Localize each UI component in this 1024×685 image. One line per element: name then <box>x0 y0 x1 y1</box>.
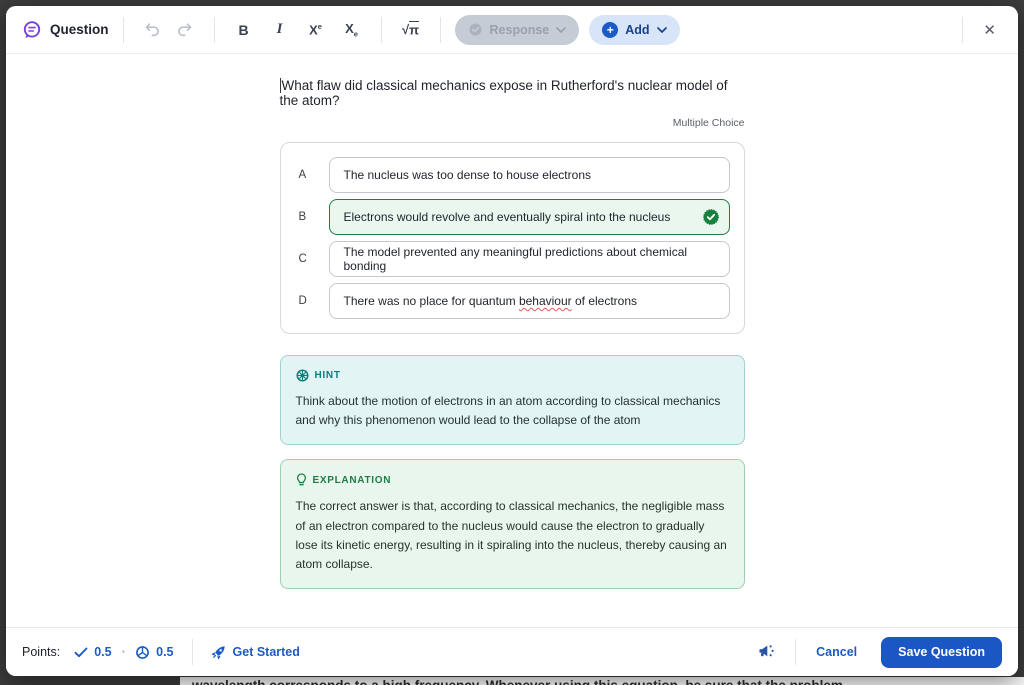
check-icon <box>74 647 88 658</box>
editor-content: What flaw did classical mechanics expose… <box>6 54 1018 627</box>
divider <box>381 17 382 43</box>
hint-text: Think about the motion of electrons in a… <box>296 392 729 430</box>
bold-button[interactable]: B <box>229 15 259 45</box>
option-input-a[interactable]: The nucleus was too dense to house elect… <box>329 157 730 193</box>
cancel-button[interactable]: Cancel <box>816 645 857 659</box>
hint-box[interactable]: HINT Think about the motion of electrons… <box>280 355 745 445</box>
explanation-text: The correct answer is that, according to… <box>296 497 729 574</box>
announcements-button[interactable] <box>756 641 779 664</box>
hint-label-row: HINT <box>296 369 729 382</box>
divider <box>795 639 796 665</box>
add-dropdown-button[interactable]: + Add <box>589 15 679 45</box>
correct-answer-check-icon <box>703 209 719 225</box>
math-formula-button[interactable]: √π <box>396 15 426 45</box>
italic-button[interactable]: I <box>265 15 295 45</box>
hint-label: HINT <box>315 370 341 381</box>
option-row-b: B Electrons would revolve and eventually… <box>295 199 730 235</box>
option-input-d[interactable]: There was no place for quantum behaviour… <box>329 283 730 319</box>
partial-credit-icon <box>135 645 150 660</box>
hint-icon <box>296 369 309 382</box>
get-started-button[interactable]: Get Started <box>211 645 300 660</box>
toolbar: Question B I Xe Xe <box>6 6 1018 54</box>
undo-button[interactable] <box>138 15 168 45</box>
options-panel: A The nucleus was too dense to house ele… <box>280 142 745 334</box>
rocket-icon <box>211 645 226 660</box>
undo-icon <box>144 22 161 37</box>
chevron-down-icon <box>556 27 566 33</box>
question-type-label: Multiple Choice <box>280 117 745 129</box>
megaphone-icon <box>758 643 777 659</box>
chevron-down-icon <box>657 27 667 33</box>
option-input-c[interactable]: The model prevented any meaningful predi… <box>329 241 730 277</box>
response-dropdown-button[interactable]: Response <box>455 15 580 45</box>
question-text: What flaw did classical mechanics expose… <box>280 78 728 108</box>
explanation-box[interactable]: EXPLANATION The correct answer is that, … <box>280 459 745 589</box>
option-row-a: A The nucleus was too dense to house ele… <box>295 157 730 193</box>
divider <box>192 639 193 665</box>
divider <box>962 17 963 43</box>
question-brand: Question <box>22 20 109 40</box>
divider <box>123 17 124 43</box>
divider <box>440 17 441 43</box>
divider <box>214 17 215 43</box>
text-cursor <box>280 78 281 93</box>
background-page-text: wavelength corresponds to a high frequen… <box>192 678 1024 685</box>
question-editor-modal: Question B I Xe Xe <box>6 6 1018 676</box>
option-letter: C <box>295 253 329 265</box>
response-badge-icon <box>468 22 483 37</box>
option-row-c: C The model prevented any meaningful pre… <box>295 241 730 277</box>
close-button[interactable]: ✕ <box>977 17 1002 43</box>
points-label: Points: <box>22 645 60 659</box>
superscript-button[interactable]: Xe <box>301 15 331 45</box>
explanation-label-row: EXPLANATION <box>296 473 729 487</box>
dot-separator: • <box>122 647 126 658</box>
option-letter: B <box>295 211 329 223</box>
option-input-b-correct[interactable]: Electrons would revolve and eventually s… <box>329 199 730 235</box>
auto-points[interactable]: 0.5 <box>74 645 111 659</box>
save-question-button[interactable]: Save Question <box>881 637 1002 668</box>
option-letter: A <box>295 169 329 181</box>
lightbulb-icon <box>296 473 307 487</box>
redo-button[interactable] <box>170 15 200 45</box>
footer-bar: Points: 0.5 • 0.5 Get Started <box>6 627 1018 676</box>
subscript-button[interactable]: Xe <box>337 15 367 45</box>
background-page-strip: wavelength corresponds to a high frequen… <box>180 677 1024 685</box>
redo-icon <box>176 22 193 37</box>
partial-credit-points[interactable]: 0.5 <box>135 645 173 660</box>
option-letter: D <box>295 295 329 307</box>
plus-icon: + <box>602 22 618 38</box>
option-row-d: D There was no place for quantum behavio… <box>295 283 730 319</box>
panel-title: Question <box>50 22 109 37</box>
question-text-field[interactable]: What flaw did classical mechanics expose… <box>280 78 745 108</box>
misspelled-word: behaviour <box>519 294 572 308</box>
explanation-label: EXPLANATION <box>313 475 392 486</box>
question-bubble-icon <box>22 20 42 40</box>
